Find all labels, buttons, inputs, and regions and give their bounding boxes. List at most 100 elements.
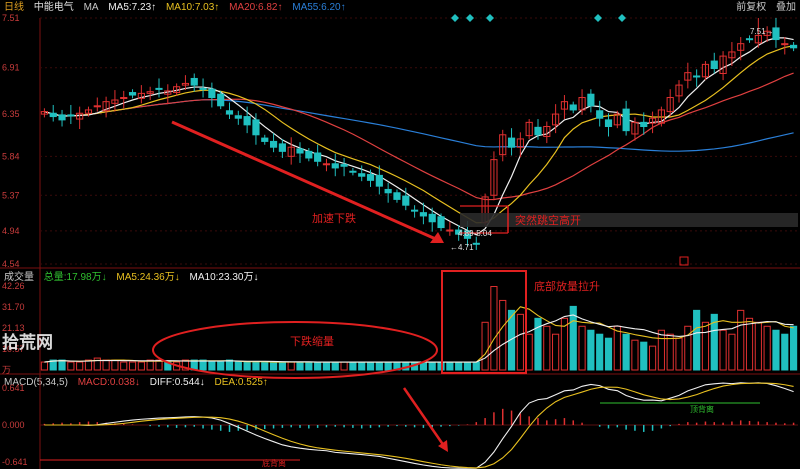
- volume-bar: [499, 299, 507, 371]
- volume-bar: [225, 359, 234, 371]
- candle-body: [128, 92, 137, 96]
- candle-body: [340, 164, 348, 167]
- stock-chart[interactable]: 7.516.916.355.845.374.944.5442.2631.7021…: [0, 0, 800, 469]
- price-tick-label: 5.84: [2, 151, 20, 161]
- volume-bar: [58, 359, 66, 371]
- volume-bar: [384, 361, 392, 371]
- candle-body: [243, 116, 251, 126]
- volume-bar: [366, 361, 375, 371]
- volume-bar: [208, 361, 216, 371]
- candle-body: [745, 38, 754, 41]
- candle-body: [331, 163, 339, 169]
- ma55-path: [44, 99, 794, 152]
- candle-body: [269, 140, 278, 148]
- volume-bar: [428, 361, 436, 371]
- candle-body: [710, 60, 718, 70]
- candle-body: [155, 87, 163, 90]
- ma55-line: [44, 99, 794, 152]
- candle-body: [781, 43, 789, 46]
- candle-body: [349, 170, 357, 173]
- candle-body: [411, 209, 419, 212]
- volume-tick-label: 万: [2, 365, 11, 375]
- candle-body: [322, 163, 331, 166]
- volume-bar: [737, 309, 745, 371]
- candle-body: [190, 77, 198, 86]
- macd-arrow-head: [438, 440, 448, 452]
- candle-body: [622, 108, 630, 132]
- macd-histogram: [43, 382, 795, 469]
- event-marker-icon: [451, 14, 459, 22]
- volume-bar: [604, 337, 613, 371]
- annotation-accelerate-down: 加速下跌: [312, 211, 356, 225]
- candle-body: [587, 93, 595, 107]
- candle-body: [261, 137, 269, 142]
- ma10-path: [44, 45, 794, 224]
- volume-bar: [490, 286, 498, 371]
- candle-body: [402, 195, 410, 206]
- candle-body: [225, 110, 234, 115]
- ma10-line: [44, 45, 794, 224]
- candle-body: [507, 137, 516, 148]
- event-marker-icon: [486, 14, 494, 22]
- volume-bar: [234, 361, 242, 371]
- watermark: 拾荒网: [2, 333, 53, 352]
- price-tick-label: 6.35: [2, 109, 20, 119]
- price-tick-label: 6.91: [2, 63, 20, 73]
- volume-bar: [269, 361, 278, 371]
- volume-bar: [463, 361, 472, 371]
- price-tick-label: 4.94: [2, 226, 20, 236]
- candle-body: [419, 212, 427, 217]
- volume-bar: [525, 333, 533, 371]
- candle-body: [472, 242, 480, 245]
- candle-body: [772, 27, 780, 41]
- price-tick-label: 5.37: [2, 190, 20, 200]
- annotations: 加速下跌 突然跳空高开 4.89-5.04 ←4.71 7.51→ 下跌缩量 底部放量拉升底…: [40, 14, 798, 468]
- event-marker-icon: [466, 14, 474, 22]
- volume-bar: [622, 333, 630, 371]
- candle-body: [790, 44, 798, 49]
- volume-bar: [543, 325, 551, 371]
- annotation-price-range: 4.89-5.04: [458, 229, 492, 238]
- volume-bar: [243, 361, 251, 371]
- candle-body: [234, 115, 242, 119]
- candle-body: [93, 105, 101, 108]
- volume-bar: [781, 333, 789, 371]
- annotation-volume-shrink: 下跌缩量: [290, 334, 334, 348]
- volume-bar: [719, 329, 727, 371]
- price-tick-label: 4.54: [2, 259, 20, 269]
- volume-shrink-ellipse: [152, 321, 438, 379]
- volume-bar: [745, 317, 754, 371]
- volume-bar: [481, 321, 489, 371]
- volume-bar: [137, 361, 145, 371]
- candle-body: [217, 93, 225, 107]
- candle-body: [569, 104, 577, 111]
- y-axis-labels: 7.516.916.355.845.374.944.5442.2631.7021…: [2, 13, 28, 467]
- candle-body: [314, 152, 322, 162]
- annotation-macd-bottom-div: 底背离: [262, 458, 286, 468]
- diff-line: [44, 382, 794, 469]
- volume-bar: [93, 357, 101, 371]
- volume-bar: [587, 329, 595, 371]
- chart-frame: [0, 17, 800, 469]
- volume-bar: [754, 321, 762, 371]
- candle-body: [534, 126, 542, 136]
- volume-bar: [728, 333, 736, 371]
- volume-bar: [552, 333, 560, 371]
- volume-bar: [701, 321, 710, 371]
- accelerate-arrow-line: [171, 120, 439, 242]
- candle-body: [199, 87, 207, 90]
- volume-ma5-line: [44, 306, 794, 363]
- candle-body: [384, 188, 392, 194]
- volume-bar: [516, 313, 524, 371]
- volume-bar: [296, 361, 304, 371]
- macd-tick-label: 0.000: [2, 420, 25, 430]
- candle-body: [49, 112, 57, 118]
- volume-bars: [40, 286, 798, 371]
- candle-body: [305, 150, 313, 159]
- volume-bar: [358, 361, 366, 371]
- volume-bar: [102, 359, 110, 371]
- candle-body: [428, 213, 436, 223]
- gap-band: [460, 213, 798, 227]
- candle-body: [596, 110, 604, 119]
- event-marker-icon: [618, 14, 626, 22]
